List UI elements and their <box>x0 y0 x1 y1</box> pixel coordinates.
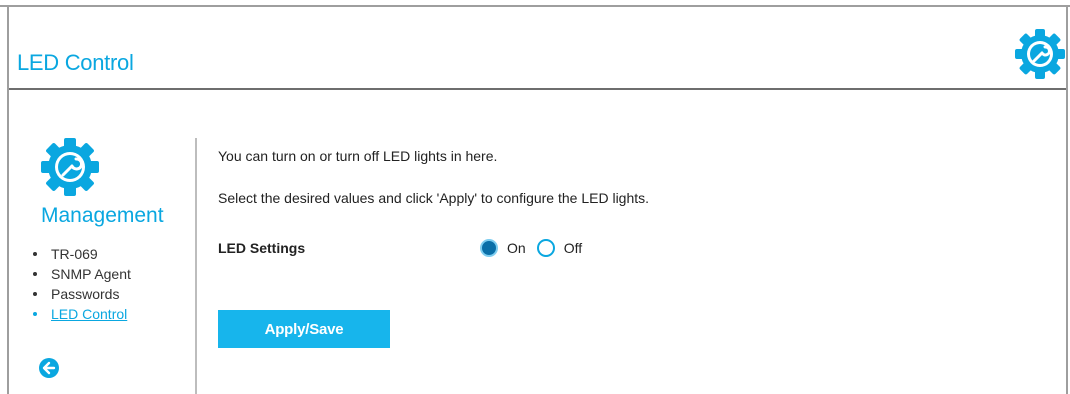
led-off-label[interactable]: Off <box>564 240 582 256</box>
led-settings-radio-group: On Off <box>480 239 593 257</box>
frame-right-border <box>1066 5 1068 394</box>
bullet <box>33 292 37 296</box>
led-on-label[interactable]: On <box>507 240 526 256</box>
sidebar-link-tr069[interactable]: TR-069 <box>51 244 98 264</box>
frame-top-border <box>0 5 1070 7</box>
management-gear-icon <box>40 137 100 197</box>
bullet <box>33 252 37 256</box>
description-text: You can turn on or turn off LED lights i… <box>218 148 498 164</box>
back-button[interactable] <box>39 358 59 378</box>
page-title: LED Control <box>17 50 134 75</box>
led-settings-label: LED Settings <box>218 240 306 256</box>
sidebar-title: Management <box>41 204 164 227</box>
instruction-text: Select the desired values and click 'App… <box>218 190 650 206</box>
sidebar-item-passwords: Passwords <box>33 284 131 304</box>
led-off-radio[interactable] <box>536 239 555 257</box>
bullet <box>33 272 37 276</box>
sidebar-link-snmp-agent[interactable]: SNMP Agent <box>51 264 131 284</box>
sidebar-item-led-control: LED Control <box>33 304 131 324</box>
frame-left-border <box>7 5 9 394</box>
header-divider <box>9 88 1066 90</box>
sidebar-link-led-control[interactable]: LED Control <box>51 304 127 324</box>
led-on-radio[interactable] <box>480 239 498 257</box>
settings-gear-icon <box>1014 28 1066 80</box>
sidebar-item-tr069: TR-069 <box>33 244 131 264</box>
bullet <box>33 312 37 316</box>
apply-save-button[interactable]: Apply/Save <box>218 310 390 348</box>
sidebar-item-snmp-agent: SNMP Agent <box>33 264 131 284</box>
sidebar-link-passwords[interactable]: Passwords <box>51 284 119 304</box>
content-divider <box>195 138 197 394</box>
back-arrow-icon <box>42 361 56 375</box>
sidebar-nav: TR-069 SNMP Agent Passwords LED Control <box>33 244 131 324</box>
